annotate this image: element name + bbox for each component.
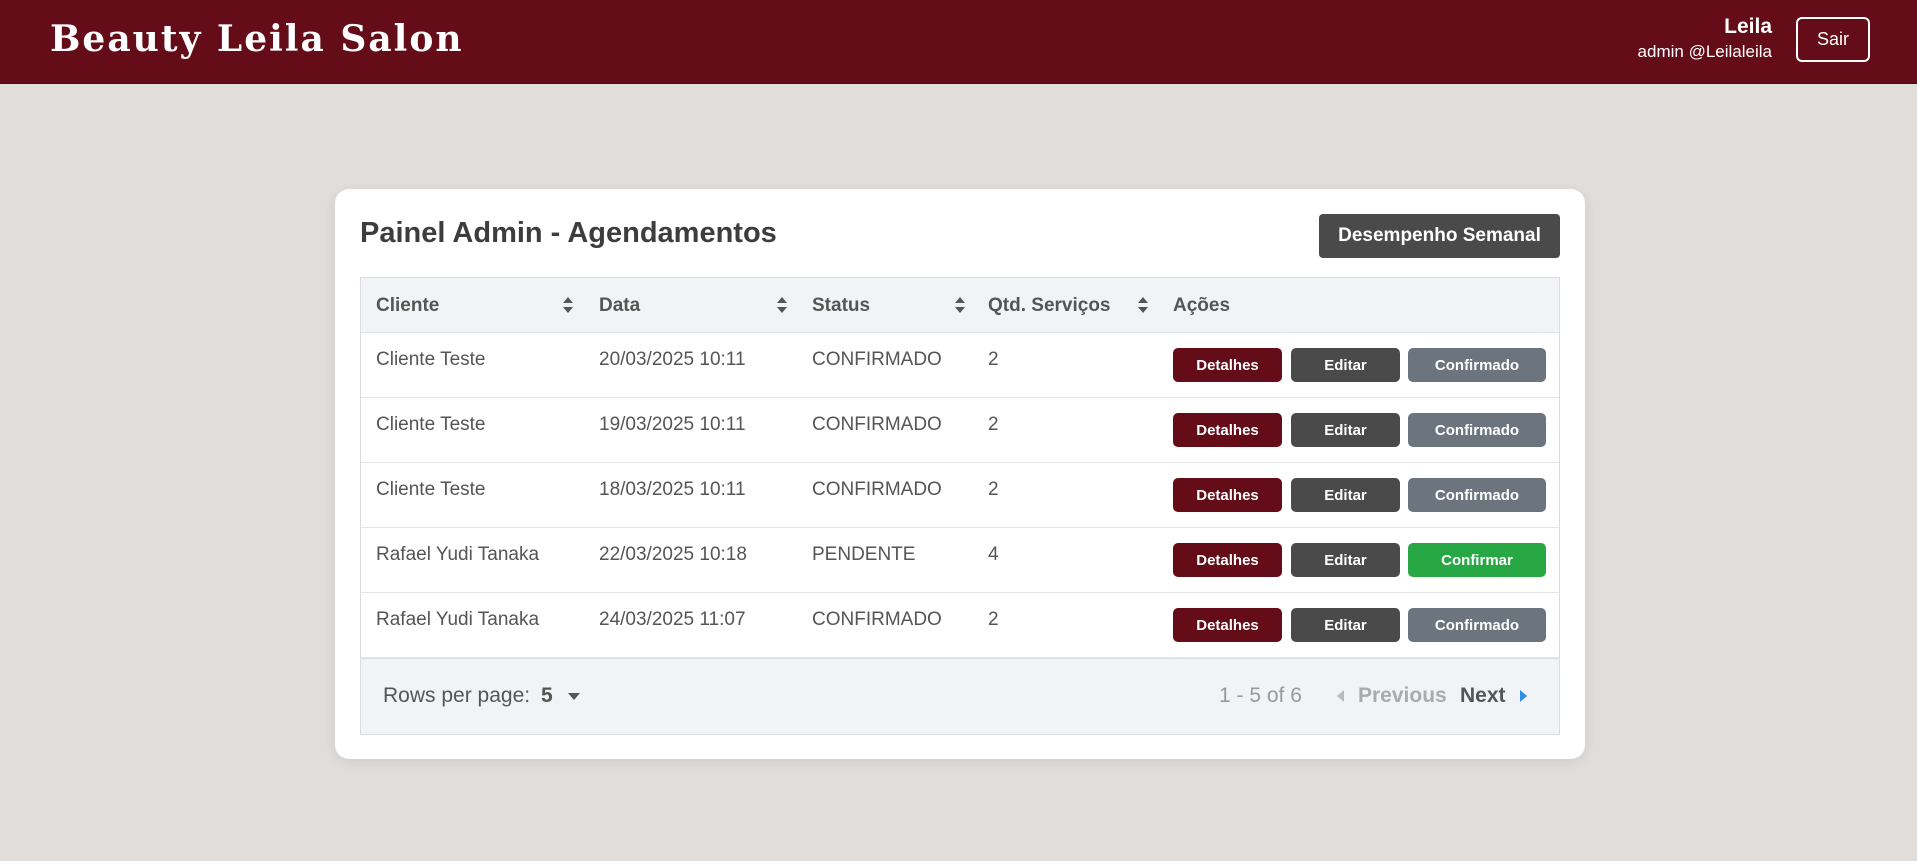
brand-logo: Beauty Leila Salon [50,18,464,60]
table-row: Rafael Yudi Tanaka 22/03/2025 10:18 PEND… [361,528,1559,593]
column-label: Ações [1173,294,1231,316]
details-button[interactable]: Detalhes [1173,608,1282,642]
cell-cliente: Rafael Yudi Tanaka [376,544,540,565]
cell-data: 20/03/2025 10:11 [599,349,746,370]
cell-status: CONFIRMADO [812,414,942,435]
table-header: Cliente Data Status Qtd. Serviços Ações [361,278,1559,333]
weekly-performance-button[interactable]: Desempenho Semanal [1319,214,1560,258]
column-header-data[interactable]: Data [599,278,640,333]
cell-status: CONFIRMADO [812,609,942,630]
confirm-button[interactable]: Confirmar [1408,543,1546,577]
cell-status: CONFIRMADO [812,479,942,500]
cell-qtd: 2 [988,479,999,500]
details-button[interactable]: Detalhes [1173,348,1282,382]
next-page-button[interactable]: Next [1460,679,1528,713]
cell-data: 19/03/2025 10:11 [599,414,746,435]
confirmed-button[interactable]: Confirmado [1408,608,1546,642]
edit-button[interactable]: Editar [1291,413,1400,447]
column-header-cliente[interactable]: Cliente [376,278,439,333]
cell-status: PENDENTE [812,544,916,565]
details-button[interactable]: Detalhes [1173,478,1282,512]
previous-label: Previous [1358,684,1447,707]
user-info: Leila admin @Leilaleila [1638,14,1772,64]
cell-qtd: 2 [988,609,999,630]
confirmed-button[interactable]: Confirmado [1408,348,1546,382]
column-header-qtd-servicos[interactable]: Qtd. Serviços [988,278,1111,333]
sort-icon[interactable] [953,294,967,316]
column-header-acoes: Ações [1173,278,1230,333]
table-row: Cliente Teste 19/03/2025 10:11 CONFIRMAD… [361,398,1559,463]
rows-per-page-label: Rows per page: [383,684,531,707]
pagination-range: 1 - 5 of 6 [1219,684,1302,707]
column-label: Qtd. Serviços [988,294,1111,316]
cell-status: CONFIRMADO [812,349,942,370]
sort-icon[interactable] [561,294,575,316]
chevron-right-icon [1519,690,1527,702]
edit-button[interactable]: Editar [1291,348,1400,382]
edit-button[interactable]: Editar [1291,608,1400,642]
appointments-table: Cliente Data Status Qtd. Serviços Ações … [360,277,1560,735]
column-label: Data [599,294,641,316]
top-navbar: Beauty Leila Salon Leila admin @Leilalei… [0,0,1917,84]
user-name: Leila [1724,15,1772,38]
cell-qtd: 4 [988,544,999,565]
confirmed-button[interactable]: Confirmado [1408,478,1546,512]
cell-qtd: 2 [988,414,999,435]
rows-per-page-value: 5 [541,684,553,707]
cell-cliente: Rafael Yudi Tanaka [376,609,540,630]
previous-page-button[interactable]: Previous [1336,679,1447,713]
user-role: admin @Leilaleila [1637,42,1772,61]
rows-per-page-select[interactable]: 5 [541,679,601,713]
sort-icon[interactable] [1136,294,1150,316]
cell-cliente: Cliente Teste [376,479,486,500]
page-title: Painel Admin - Agendamentos [360,217,777,249]
cell-cliente: Cliente Teste [376,349,486,370]
column-header-status[interactable]: Status [812,278,870,333]
table-pagination: Rows per page: 5 1 - 5 of 6 Previous Nex… [361,658,1559,734]
cell-data: 24/03/2025 11:07 [599,609,746,630]
edit-button[interactable]: Editar [1291,478,1400,512]
column-label: Cliente [376,294,440,316]
chevron-left-icon [1337,690,1344,702]
cell-data: 22/03/2025 10:18 [599,544,747,565]
table-row: Cliente Teste 18/03/2025 10:11 CONFIRMAD… [361,463,1559,528]
cell-cliente: Cliente Teste [376,414,486,435]
column-label: Status [812,294,871,316]
cell-qtd: 2 [988,349,999,370]
admin-panel-card: Painel Admin - Agendamentos Desempenho S… [335,189,1585,759]
confirmed-button[interactable]: Confirmado [1408,413,1546,447]
sort-icon[interactable] [775,294,789,316]
cell-data: 18/03/2025 10:11 [599,479,746,500]
next-label: Next [1460,684,1506,707]
details-button[interactable]: Detalhes [1173,543,1282,577]
caret-down-icon [567,693,580,700]
details-button[interactable]: Detalhes [1173,413,1282,447]
edit-button[interactable]: Editar [1291,543,1400,577]
table-row: Cliente Teste 20/03/2025 10:11 CONFIRMAD… [361,333,1559,398]
table-row: Rafael Yudi Tanaka 24/03/2025 11:07 CONF… [361,593,1559,658]
logout-button[interactable]: Sair [1796,17,1870,62]
